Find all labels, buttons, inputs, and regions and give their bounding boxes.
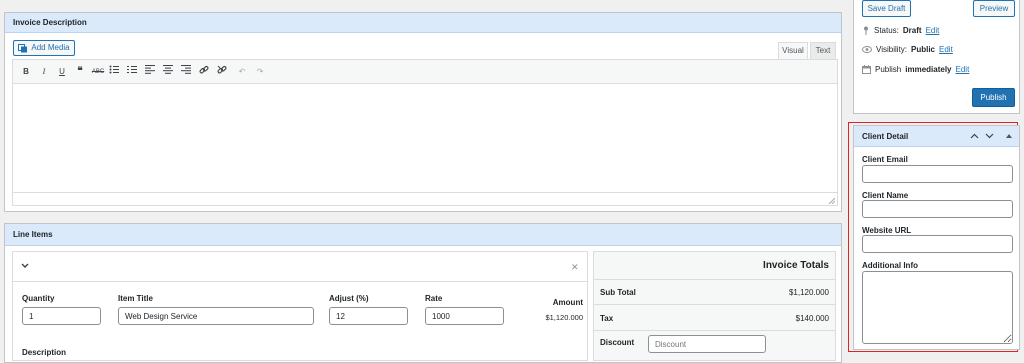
editor-statusbar	[13, 192, 837, 205]
tab-text[interactable]: Text	[810, 42, 836, 59]
client-detail-title: Client Detail	[862, 132, 909, 141]
italic-icon[interactable]: I	[37, 65, 51, 79]
edit-visibility-link[interactable]: Edit	[939, 45, 953, 54]
edit-status-link[interactable]: Edit	[926, 26, 940, 35]
redo-icon[interactable]: ↷	[253, 65, 267, 79]
invoice-description-title: Invoice Description	[5, 13, 841, 33]
website-url-input[interactable]	[862, 235, 1013, 253]
amount-value: $1,120.000	[545, 313, 583, 322]
invoice-description-panel: Invoice Description Add Media Visual Tex…	[4, 12, 842, 212]
align-right-icon[interactable]	[181, 64, 195, 79]
status-row: Status: Draft Edit	[862, 26, 939, 35]
tab-visual-label: Visual	[782, 46, 804, 55]
rate-label: Rate	[425, 294, 443, 303]
publish-button[interactable]: Publish	[972, 88, 1015, 107]
pin-icon	[862, 26, 870, 35]
invoice-totals-panel: Invoice Totals Sub Total $1,120.000 Tax …	[593, 251, 836, 361]
amount-label: Amount	[552, 298, 583, 307]
bold-icon[interactable]: B	[19, 65, 33, 79]
visibility-row: Visibility: Public Edit	[862, 45, 953, 54]
line-items-panel: Line Items ✕ Quantity Item Title Adjust …	[4, 223, 842, 363]
add-media-button[interactable]: Add Media	[13, 40, 75, 56]
editor-toolbar: B I U ❝ ABC ↶ ↷	[13, 60, 837, 84]
additional-info-textarea[interactable]	[862, 271, 1013, 344]
remove-item-icon[interactable]: ✕	[571, 262, 579, 273]
quantity-label: Quantity	[22, 294, 55, 303]
preview-button[interactable]: Preview	[973, 0, 1015, 17]
undo-icon[interactable]: ↶	[235, 65, 249, 79]
rate-input[interactable]	[425, 307, 504, 325]
website-url-label: Website URL	[862, 226, 912, 235]
line-item-header: ✕	[13, 252, 587, 282]
add-media-icon	[18, 43, 28, 53]
discount-row: Discount	[594, 331, 835, 359]
item-title-label: Item Title	[118, 294, 153, 303]
client-email-label: Client Email	[862, 155, 908, 164]
publish-button-label: Publish	[980, 93, 1007, 102]
save-draft-label: Save Draft	[867, 4, 906, 13]
sub-total-row: Sub Total $1,120.000	[594, 280, 835, 305]
underline-icon[interactable]: U	[55, 65, 69, 79]
client-detail-panel: Client Detail Client Email Client Name W…	[853, 125, 1020, 350]
collapse-toggle-icon[interactable]	[1006, 134, 1012, 138]
editor-container: B I U ❝ ABC ↶ ↷	[12, 59, 838, 206]
move-down-icon[interactable]	[985, 133, 994, 139]
client-name-label: Client Name	[862, 191, 909, 200]
adjust-label: Adjust (%)	[329, 294, 369, 303]
edit-publish-link[interactable]: Edit	[956, 65, 970, 74]
visibility-label: Visibility:	[876, 45, 907, 54]
editor-content-area[interactable]	[13, 84, 837, 192]
eye-icon	[862, 46, 872, 53]
publish-label: Publish	[875, 65, 902, 74]
additional-info-label: Additional Info	[862, 261, 918, 270]
status-label: Status:	[874, 26, 899, 35]
tax-label: Tax	[600, 314, 614, 323]
tax-value: $140.000	[795, 314, 829, 323]
invoice-totals-title: Invoice Totals	[594, 252, 835, 280]
strikethrough-icon[interactable]: ABC	[91, 65, 105, 79]
line-item-card: ✕ Quantity Item Title Adjust (%) Rate Am…	[12, 251, 588, 361]
tab-text-label: Text	[815, 46, 831, 55]
quantity-input[interactable]	[22, 307, 101, 325]
preview-label: Preview	[979, 4, 1009, 13]
publish-panel: Save Draft Preview Status: Draft Edit Vi…	[853, 0, 1020, 114]
numbered-list-icon[interactable]	[127, 65, 141, 79]
discount-label: Discount	[600, 338, 635, 347]
item-title-input[interactable]	[118, 307, 314, 325]
add-media-label: Add Media	[31, 43, 70, 52]
client-name-input[interactable]	[862, 200, 1013, 218]
line-items-title: Line Items	[5, 224, 841, 246]
tax-row: Tax $140.000	[594, 305, 835, 331]
save-draft-button[interactable]: Save Draft	[862, 0, 911, 17]
align-center-icon[interactable]	[163, 64, 177, 79]
tab-visual[interactable]: Visual	[778, 42, 808, 59]
status-value: Draft	[902, 26, 922, 35]
client-detail-header: Client Detail	[854, 126, 1019, 147]
blockquote-icon[interactable]: ❝	[73, 65, 87, 79]
align-left-icon[interactable]	[145, 64, 159, 79]
visibility-value: Public	[910, 45, 935, 54]
sub-total-value: $1,120.000	[788, 288, 829, 297]
client-email-input[interactable]	[862, 165, 1013, 183]
bullet-list-icon[interactable]	[109, 65, 123, 79]
discount-input[interactable]	[648, 335, 766, 353]
unlink-icon[interactable]	[217, 65, 231, 79]
publish-schedule-row: Publish immediately Edit	[862, 65, 969, 74]
link-icon[interactable]	[199, 65, 213, 79]
calendar-icon	[862, 65, 871, 74]
move-up-icon[interactable]	[970, 133, 979, 139]
resize-handle-icon[interactable]	[828, 197, 835, 204]
publish-when: immediately	[905, 65, 952, 74]
chevron-down-icon[interactable]	[21, 263, 29, 269]
sub-total-label: Sub Total	[600, 288, 636, 297]
adjust-input[interactable]	[329, 307, 408, 325]
